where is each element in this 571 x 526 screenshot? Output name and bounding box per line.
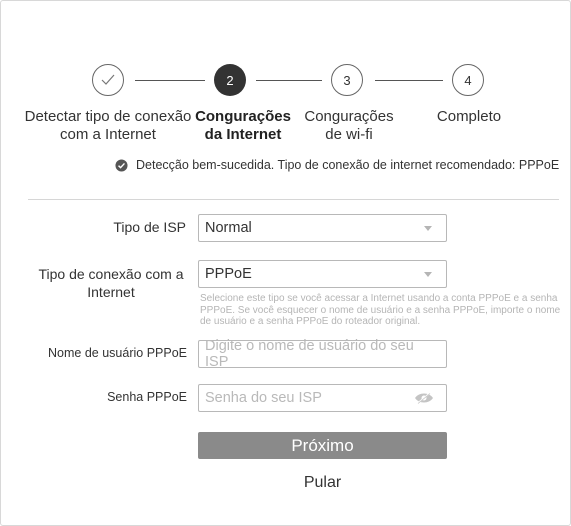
isp-type-value: Normal <box>205 220 252 236</box>
username-input[interactable]: Digite o nome de usuário do seu ISP <box>198 338 447 370</box>
skip-button[interactable]: Pular <box>198 471 447 495</box>
password-input[interactable]: Senha do seu ISP <box>198 384 447 412</box>
step-2-circle: 2 <box>214 64 246 96</box>
chevron-down-icon <box>424 225 432 231</box>
step-4-circle: 4 <box>452 64 484 96</box>
step-connector-3 <box>375 80 443 81</box>
step-3-label: Congurações de wi-fi <box>304 108 394 143</box>
chevron-down-icon <box>424 271 432 277</box>
next-button[interactable]: Próximo <box>198 432 447 459</box>
step-connector-2 <box>256 80 322 81</box>
username-label: Nome de usuário PPPoE <box>48 346 187 360</box>
username-placeholder: Digite o nome de usuário do seu ISP <box>205 338 414 370</box>
checkmark-icon <box>101 74 115 85</box>
connection-type-hint: Selecione este tipo se você acessar a In… <box>200 293 561 327</box>
password-placeholder: Senha do seu ISP <box>205 390 322 406</box>
step-4-label: Completo <box>436 108 502 125</box>
check-circle-icon <box>115 158 128 172</box>
isp-type-label: Tipo de ISP <box>113 219 186 235</box>
divider <box>28 199 559 200</box>
step-1-label: Detectar tipo de conexão com a Internet <box>24 108 192 143</box>
step-1-circle <box>92 64 124 96</box>
status-text: Detecção bem-sucedida. Tipo de conexão d… <box>136 158 560 172</box>
eye-hidden-icon[interactable] <box>414 392 434 404</box>
password-label: Senha PPPoE <box>107 390 187 404</box>
connection-type-select[interactable]: PPPoE <box>198 260 447 288</box>
connection-type-value: PPPoE <box>205 266 252 282</box>
isp-type-select[interactable]: Normal <box>198 214 447 242</box>
connection-type-label: Tipo de conexão com a Internet <box>38 266 184 300</box>
step-3-circle: 3 <box>331 64 363 96</box>
step-connector-1 <box>135 80 205 81</box>
step-2-label: Congurações da Internet <box>195 108 291 143</box>
